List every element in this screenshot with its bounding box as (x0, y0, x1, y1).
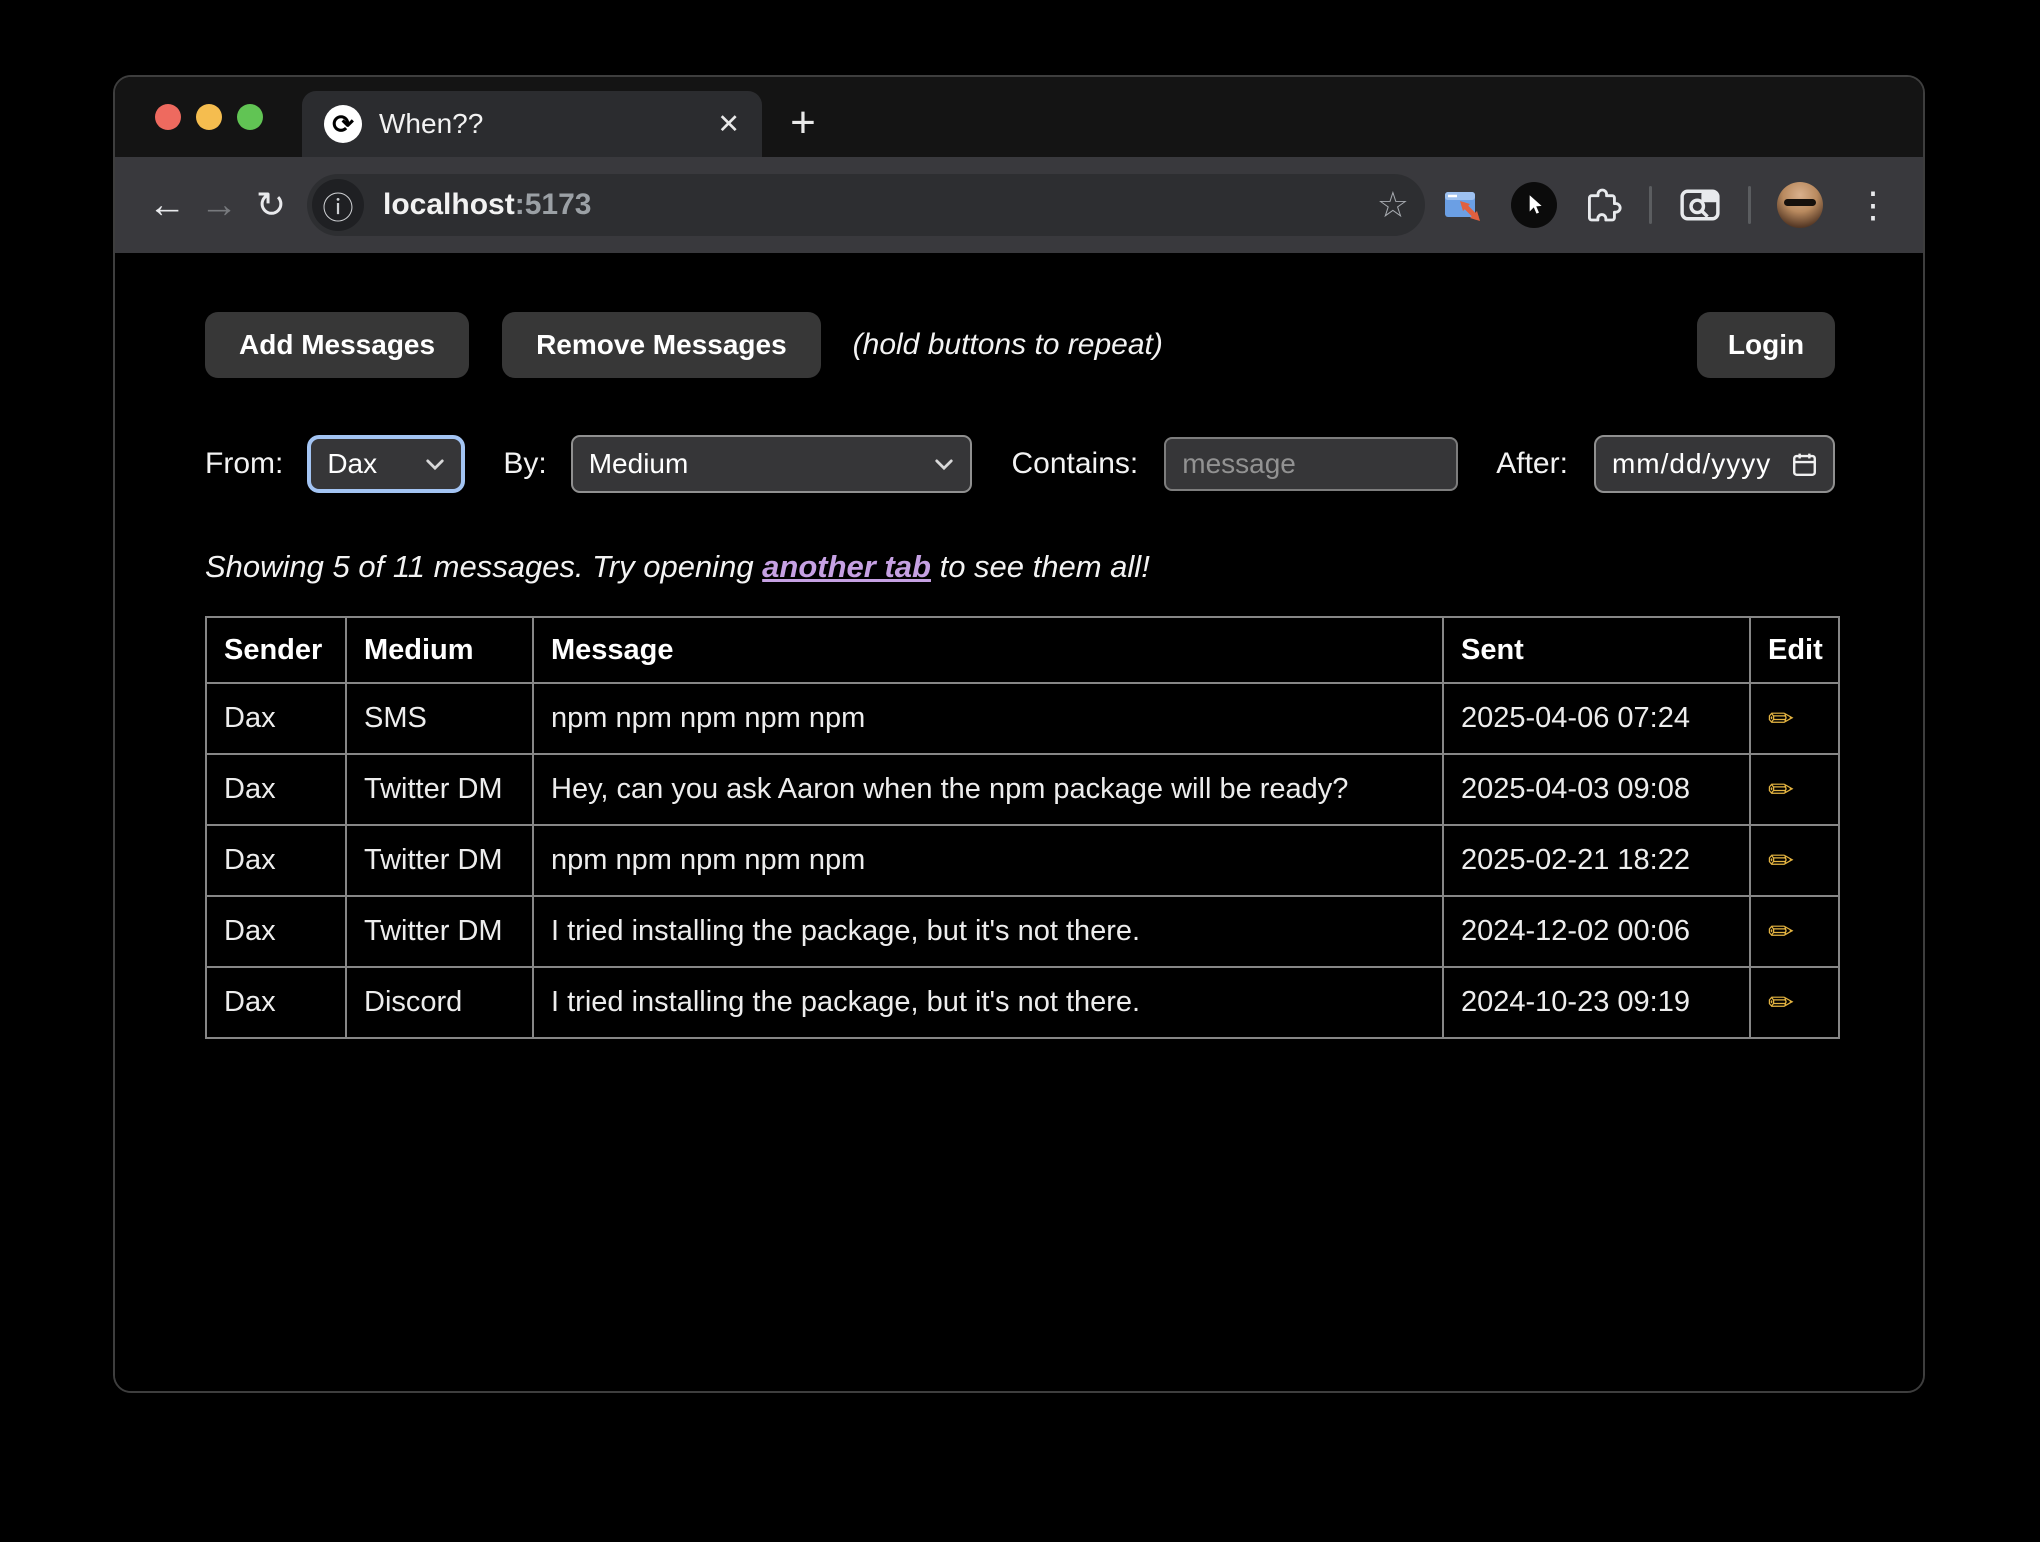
cell-sent: 2025-04-06 07:24 (1443, 683, 1750, 754)
cell-medium: Discord (346, 967, 533, 1038)
from-label: From: (205, 447, 283, 481)
edit-pencil-icon[interactable]: ✏ (1768, 772, 1794, 807)
by-label: By: (503, 447, 546, 481)
message-row: DaxSMSnpm npm npm npm npm2025-04-06 07:2… (206, 683, 1839, 754)
date-value: mm/dd/yyyy (1612, 448, 1771, 480)
edit-pencil-icon[interactable]: ✏ (1768, 843, 1794, 878)
traffic-lights (155, 104, 263, 130)
cell-sender: Dax (206, 967, 346, 1038)
add-messages-button[interactable]: Add Messages (205, 312, 469, 378)
toolbar-extensions: ⋮ (1439, 182, 1897, 228)
edit-pencil-icon[interactable]: ✏ (1768, 701, 1794, 736)
tab-search-icon[interactable] (1678, 185, 1722, 225)
filters-row: From: Dax By: Medium Contains: After: mm… (205, 435, 1835, 493)
cell-sent: 2025-02-21 18:22 (1443, 825, 1750, 896)
url-port: :5173 (515, 188, 592, 221)
column-header-sent: Sent (1443, 617, 1750, 683)
cell-sender: Dax (206, 896, 346, 967)
tab-title: When?? (379, 108, 483, 140)
messages-table: SenderMediumMessageSentEdit DaxSMSnpm np… (205, 616, 1840, 1039)
column-header-medium: Medium (346, 617, 533, 683)
messages-header-row: SenderMediumMessageSentEdit (206, 617, 1839, 683)
extensions-puzzle-icon[interactable] (1583, 185, 1623, 225)
back-button[interactable]: ← (141, 184, 193, 227)
by-select[interactable]: Medium (571, 435, 972, 493)
cell-message: npm npm npm npm npm (533, 825, 1443, 896)
cell-sent: 2024-10-23 09:19 (1443, 967, 1750, 1038)
profile-avatar[interactable] (1777, 182, 1823, 228)
sync-favicon-icon: ⟳ (324, 105, 362, 143)
message-row: DaxTwitter DMnpm npm npm npm npm2025-02-… (206, 825, 1839, 896)
cell-medium: SMS (346, 683, 533, 754)
column-header-edit: Edit (1750, 617, 1839, 683)
address-bar[interactable]: ⓘ localhost:5173 ☆ (307, 174, 1425, 236)
reload-button[interactable]: ↻ (245, 184, 297, 226)
edit-pencil-icon[interactable]: ✏ (1768, 914, 1794, 949)
page-content: Add Messages Remove Messages (hold butto… (115, 253, 1923, 1391)
cell-sender: Dax (206, 683, 346, 754)
url-host: localhost (383, 188, 515, 221)
toolbar-divider (1748, 186, 1751, 224)
forward-button[interactable]: → (193, 184, 245, 227)
after-date-input[interactable]: mm/dd/yyyy (1594, 435, 1835, 493)
from-select-value: Dax (327, 448, 377, 480)
browser-menu-icon[interactable]: ⋮ (1849, 187, 1897, 223)
new-tab-button[interactable]: + (775, 95, 831, 151)
cell-medium: Twitter DM (346, 825, 533, 896)
status-text: Showing 5 of 11 messages. Try opening an… (205, 549, 1835, 585)
edit-pencil-icon[interactable]: ✏ (1768, 985, 1794, 1020)
messages-tbody: DaxSMSnpm npm npm npm npm2025-04-06 07:2… (206, 683, 1839, 1038)
after-label: After: (1496, 447, 1568, 481)
cell-sender: Dax (206, 825, 346, 896)
another-tab-link[interactable]: another tab (762, 549, 931, 584)
cell-sent: 2025-04-03 09:08 (1443, 754, 1750, 825)
contains-input[interactable] (1164, 437, 1458, 491)
close-window-button[interactable] (155, 104, 181, 130)
cursor-extension-icon[interactable] (1511, 182, 1557, 228)
contains-label: Contains: (1012, 447, 1139, 481)
cell-edit: ✏ (1750, 967, 1839, 1038)
window-resizer-extension-icon[interactable] (1439, 182, 1485, 228)
cell-edit: ✏ (1750, 754, 1839, 825)
cell-message: I tried installing the package, but it's… (533, 896, 1443, 967)
cell-message: npm npm npm npm npm (533, 683, 1443, 754)
cell-edit: ✏ (1750, 683, 1839, 754)
message-row: DaxTwitter DMI tried installing the pack… (206, 896, 1839, 967)
cell-message: Hey, can you ask Aaron when the npm pack… (533, 754, 1443, 825)
url-text: localhost:5173 (383, 188, 591, 222)
browser-window: ⟳ When?? ✕ + ← → ↻ ⓘ localhost:5173 ☆ (113, 75, 1925, 1393)
status-before-link: Showing 5 of 11 messages. Try opening (205, 549, 762, 584)
column-header-message: Message (533, 617, 1443, 683)
toolbar-divider (1649, 186, 1652, 224)
calendar-icon[interactable] (1790, 450, 1819, 479)
site-info-icon[interactable]: ⓘ (312, 179, 364, 231)
chevron-down-icon (411, 458, 445, 471)
status-after-link: to see them all! (931, 549, 1150, 584)
tab-close-icon[interactable]: ✕ (717, 109, 740, 140)
browser-tab[interactable]: ⟳ When?? ✕ (302, 91, 762, 157)
chevron-down-icon (920, 458, 954, 471)
actions-row: Add Messages Remove Messages (hold butto… (205, 312, 1835, 378)
cell-message: I tried installing the package, but it's… (533, 967, 1443, 1038)
cell-edit: ✏ (1750, 825, 1839, 896)
message-row: DaxDiscordI tried installing the package… (206, 967, 1839, 1038)
hold-buttons-hint: (hold buttons to repeat) (853, 328, 1163, 362)
browser-toolbar: ← → ↻ ⓘ localhost:5173 ☆ (115, 157, 1923, 253)
from-select[interactable]: Dax (307, 435, 465, 493)
by-select-value: Medium (589, 448, 689, 480)
minimize-window-button[interactable] (196, 104, 222, 130)
cell-sent: 2024-12-02 00:06 (1443, 896, 1750, 967)
login-button[interactable]: Login (1697, 312, 1835, 378)
cell-medium: Twitter DM (346, 754, 533, 825)
column-header-sender: Sender (206, 617, 346, 683)
bookmark-star-icon[interactable]: ☆ (1377, 184, 1409, 226)
cell-sender: Dax (206, 754, 346, 825)
zoom-window-button[interactable] (237, 104, 263, 130)
tab-bar: ⟳ When?? ✕ + (115, 77, 1923, 157)
message-row: DaxTwitter DMHey, can you ask Aaron when… (206, 754, 1839, 825)
remove-messages-button[interactable]: Remove Messages (502, 312, 821, 378)
cell-edit: ✏ (1750, 896, 1839, 967)
cell-medium: Twitter DM (346, 896, 533, 967)
